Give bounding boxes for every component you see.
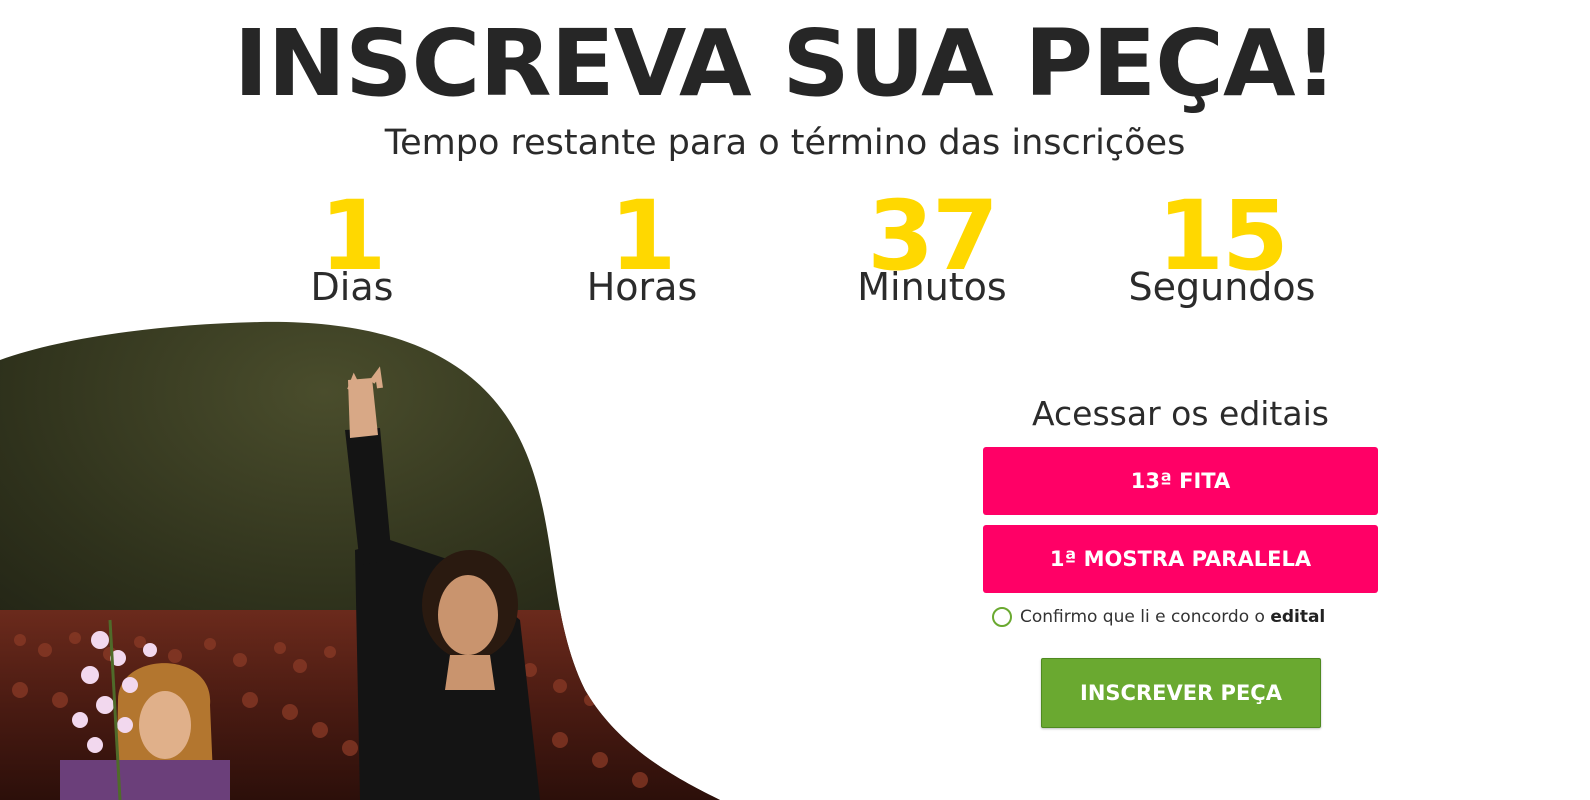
- countdown-days: 1 Dias: [232, 188, 472, 318]
- edital-mostra-paralela-button[interactable]: 1ª MOSTRA PARALELA: [983, 525, 1378, 593]
- page-title: INSCREVA SUA PEÇA!: [233, 10, 1338, 117]
- page-subtitle: Tempo restante para o término das inscri…: [384, 123, 1186, 163]
- countdown-days-label: Dias: [310, 265, 394, 309]
- countdown-seconds: 15 Segundos: [1102, 188, 1342, 318]
- editais-heading: Acessar os editais: [1032, 394, 1329, 433]
- confirm-label: Confirmo que li e concordo o edital: [1020, 607, 1325, 627]
- confirm-radio[interactable]: [992, 607, 1012, 627]
- countdown-hours-label: Horas: [586, 265, 698, 309]
- inscrever-peca-button[interactable]: INSCREVER PEÇA: [1041, 658, 1321, 728]
- stage-performers-photo: [0, 320, 720, 800]
- confirm-agreement[interactable]: Confirmo que li e concordo o edital: [992, 605, 1325, 629]
- edital-link[interactable]: edital: [1270, 607, 1325, 627]
- countdown-hours: 1 Horas: [522, 188, 762, 318]
- countdown-minutes: 37 Minutos: [812, 188, 1052, 318]
- countdown-seconds-label: Segundos: [1128, 265, 1316, 309]
- countdown-minutes-label: Minutos: [857, 265, 1007, 309]
- confirm-text: Confirmo que li e concordo o: [1020, 607, 1271, 627]
- edital-13-fita-button[interactable]: 13ª FITA: [983, 447, 1378, 515]
